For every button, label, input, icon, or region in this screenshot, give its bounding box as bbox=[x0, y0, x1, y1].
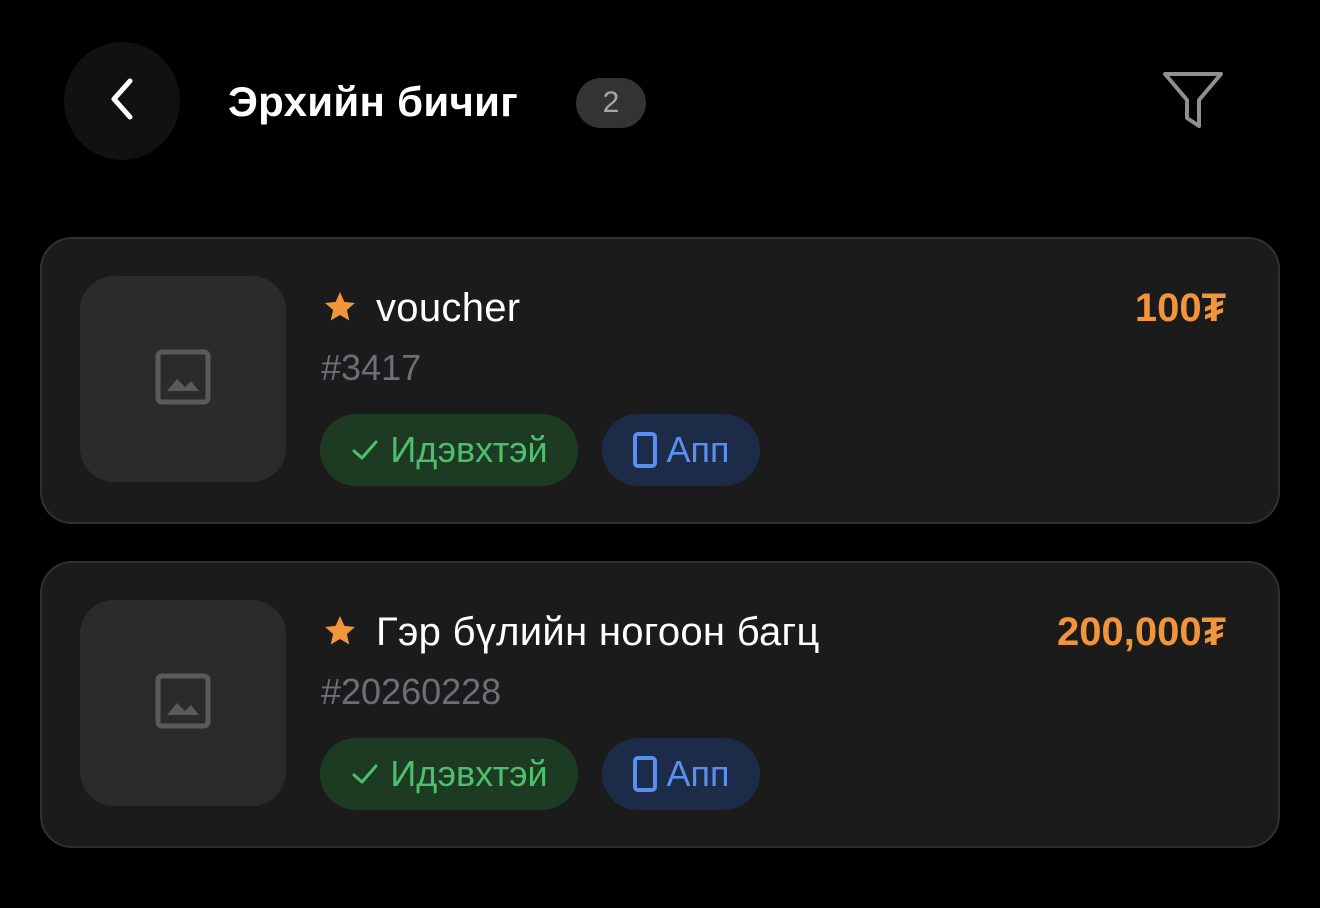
voucher-name: Гэр бүлийн ногоон багц bbox=[376, 610, 820, 654]
voucher-thumbnail bbox=[80, 276, 286, 482]
voucher-card[interactable]: voucher #3417 100₮ Идэвхтэй Апп bbox=[40, 237, 1280, 524]
mobile-phone-icon bbox=[632, 432, 657, 468]
mobile-phone-icon bbox=[632, 756, 657, 792]
voucher-price: 100₮ bbox=[1134, 286, 1226, 330]
count-badge: 2 bbox=[576, 78, 646, 128]
filter-icon bbox=[1161, 70, 1225, 135]
check-icon bbox=[350, 759, 380, 789]
image-placeholder-icon bbox=[155, 673, 211, 734]
check-icon bbox=[350, 435, 380, 465]
status-badge: Идэвхтэй bbox=[320, 738, 578, 810]
channel-label: Апп bbox=[666, 753, 730, 794]
header-bar: Эрхийн бичиг 2 bbox=[0, 0, 1320, 200]
status-badge: Идэвхтэй bbox=[320, 414, 578, 486]
voucher-id: #20260228 bbox=[321, 671, 502, 712]
star-icon bbox=[322, 613, 358, 649]
status-label: Идэвхтэй bbox=[390, 753, 548, 794]
voucher-id: #3417 bbox=[321, 347, 422, 388]
image-placeholder-icon bbox=[155, 349, 211, 410]
status-label: Идэвхтэй bbox=[390, 429, 548, 470]
filter-button[interactable] bbox=[1158, 70, 1228, 134]
channel-badge: Апп bbox=[602, 414, 760, 486]
back-button[interactable] bbox=[64, 42, 180, 160]
voucher-name: voucher bbox=[376, 286, 521, 330]
page-title: Эрхийн бичиг bbox=[228, 78, 519, 125]
star-icon bbox=[322, 289, 358, 325]
voucher-card[interactable]: Гэр бүлийн ногоон багц #20260228 200,000… bbox=[40, 561, 1280, 848]
chevron-left-icon bbox=[102, 77, 142, 126]
channel-badge: Апп bbox=[602, 738, 760, 810]
voucher-thumbnail bbox=[80, 600, 286, 806]
channel-label: Апп bbox=[666, 429, 730, 470]
voucher-price: 200,000₮ bbox=[1056, 610, 1226, 654]
